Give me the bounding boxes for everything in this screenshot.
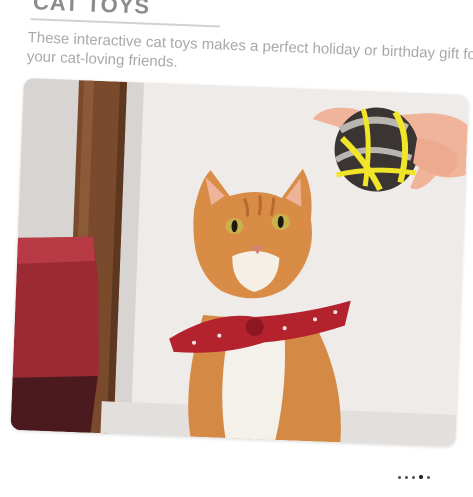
carousel-dot[interactable]: [412, 476, 415, 479]
carousel-dot[interactable]: [398, 476, 401, 479]
page-subtitle: These interactive cat toys makes a perfe…: [26, 29, 473, 71]
cat-with-toy-ball-illustration: [10, 77, 469, 447]
page-title: CAT TOYS: [32, 0, 151, 19]
carousel-dot[interactable]: [427, 476, 430, 479]
carousel-indicator[interactable]: [398, 475, 430, 479]
product-photo[interactable]: [10, 77, 469, 447]
product-banner: CAT TOYS These interactive cat toys make…: [0, 0, 473, 497]
carousel-dot[interactable]: [405, 476, 408, 479]
carousel-dot-active[interactable]: [419, 475, 423, 479]
title-underline: [30, 18, 221, 28]
